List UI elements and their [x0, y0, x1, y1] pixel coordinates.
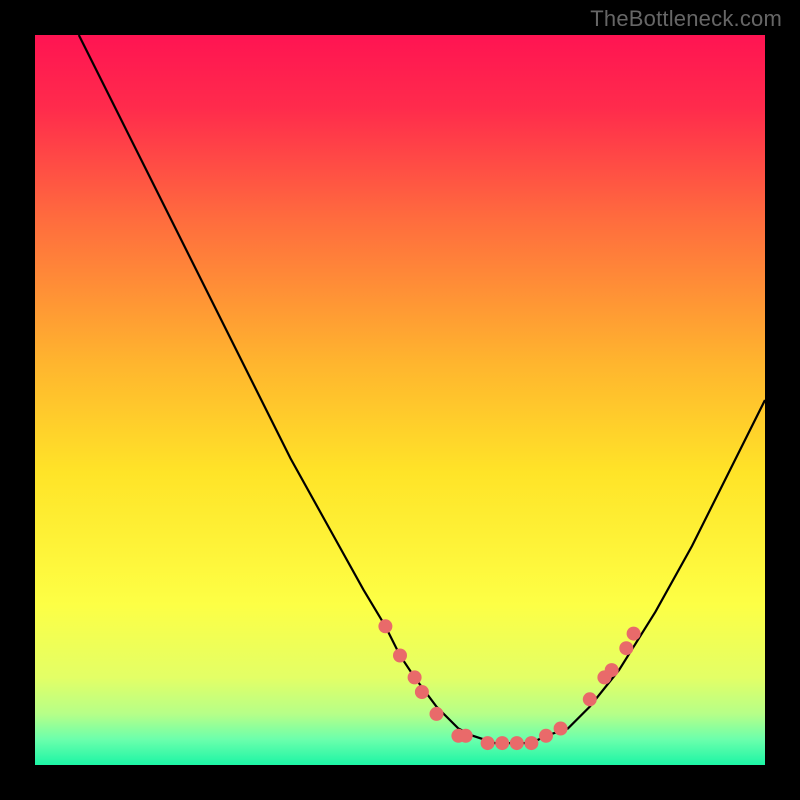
data-marker — [393, 649, 407, 663]
data-marker — [378, 619, 392, 633]
data-marker — [481, 736, 495, 750]
data-marker — [415, 685, 429, 699]
data-marker — [554, 722, 568, 736]
plot-area — [35, 35, 765, 765]
data-marker — [605, 663, 619, 677]
data-marker — [619, 641, 633, 655]
chart-svg — [35, 35, 765, 765]
data-marker — [459, 729, 473, 743]
data-marker — [627, 627, 641, 641]
data-marker — [495, 736, 509, 750]
data-marker — [408, 670, 422, 684]
chart-container: TheBottleneck.com — [0, 0, 800, 800]
data-marker — [430, 707, 444, 721]
data-marker — [583, 692, 597, 706]
watermark-text: TheBottleneck.com — [590, 6, 782, 32]
data-marker — [539, 729, 553, 743]
data-marker — [510, 736, 524, 750]
data-marker — [524, 736, 538, 750]
